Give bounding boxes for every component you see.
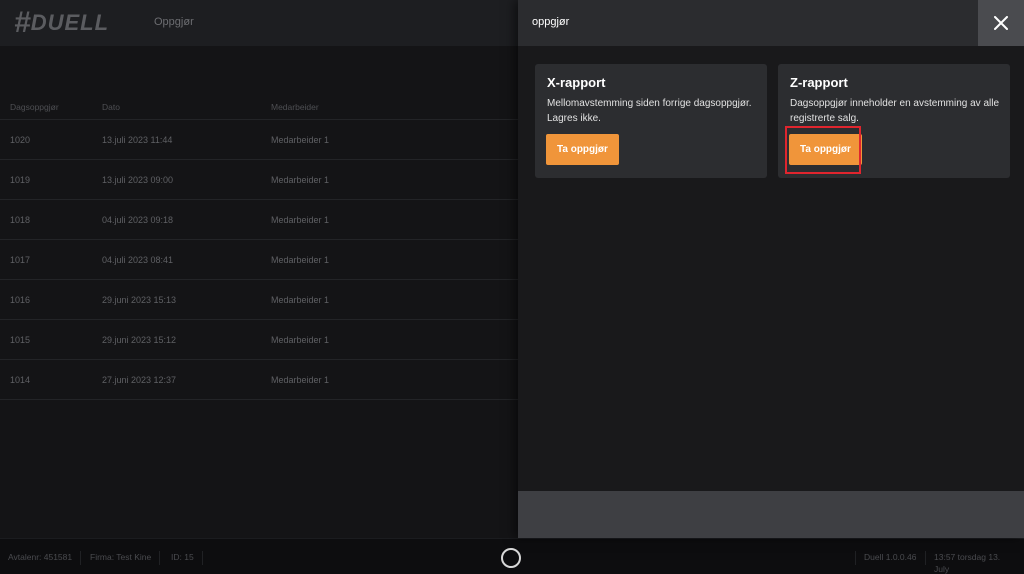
settlements-table: Dagsoppgjør Dato Medarbeider 1020 13.jul… xyxy=(0,94,520,400)
z-report-description: Dagsoppgjør inneholder en avstemming av … xyxy=(790,98,1000,124)
cell-number: 1016 xyxy=(10,294,31,305)
cell-date: 27.juni 2023 12:37 xyxy=(102,374,177,385)
close-button[interactable] xyxy=(978,0,1024,46)
cell-number: 1017 xyxy=(10,254,31,265)
app-version: Duell 1.0.0.46 xyxy=(855,551,924,565)
logo-text: DUELL xyxy=(30,10,110,35)
duell-logo: # DUELL xyxy=(14,6,110,39)
z-report-take-settlement-button[interactable]: Ta oppgjør xyxy=(789,134,862,165)
drawer-title: oppgjør xyxy=(532,16,570,28)
cell-number: 1020 xyxy=(10,134,31,145)
cell-date: 04.juli 2023 08:41 xyxy=(102,254,174,265)
cell-number: 1018 xyxy=(10,214,31,225)
table-header: Dagsoppgjør Dato Medarbeider xyxy=(0,94,520,120)
x-report-title: X-rapport xyxy=(547,75,606,90)
table-row[interactable]: 1018 04.juli 2023 09:18 Medarbeider 1 xyxy=(0,200,520,240)
cell-employee: Medarbeider 1 xyxy=(271,294,330,305)
company-name: Firma: Test Kine xyxy=(90,551,161,565)
cell-date: 29.juni 2023 15:12 xyxy=(102,334,177,345)
cell-number: 1014 xyxy=(10,374,31,385)
agreement-number: Avtalenr: 451581 xyxy=(8,551,82,565)
cell-employee: Medarbeider 1 xyxy=(271,134,330,145)
x-report-description: Mellomavstemming siden forrige dagsoppgj… xyxy=(547,98,752,124)
table-row[interactable]: 1016 29.juni 2023 15:13 Medarbeider 1 xyxy=(0,280,520,320)
z-report-card: Z-rapport Dagsoppgjør inneholder en avst… xyxy=(778,64,1010,178)
home-button[interactable] xyxy=(501,548,521,568)
cell-date: 04.juli 2023 09:18 xyxy=(102,214,174,225)
column-header-dato: Dato xyxy=(102,101,120,112)
device-id: ID: 15 xyxy=(171,551,203,565)
page-title: Oppgjør xyxy=(154,16,194,28)
cell-date: 13.juli 2023 09:00 xyxy=(102,174,174,185)
table-row[interactable]: 1019 13.juli 2023 09:00 Medarbeider 1 xyxy=(0,160,520,200)
cell-employee: Medarbeider 1 xyxy=(271,334,330,345)
cell-employee: Medarbeider 1 xyxy=(271,254,330,265)
logo-hash-icon: # xyxy=(14,6,31,39)
drawer-header: oppgjør xyxy=(518,0,1024,46)
table-row[interactable]: 1020 13.juli 2023 11:44 Medarbeider 1 xyxy=(0,120,520,160)
cell-employee: Medarbeider 1 xyxy=(271,174,330,185)
column-header-dagsoppgjor: Dagsoppgjør xyxy=(10,101,59,112)
clock-datetime: 13:57 torsdag 13. July xyxy=(925,551,1024,574)
x-report-take-settlement-button[interactable]: Ta oppgjør xyxy=(546,134,619,165)
cell-number: 1015 xyxy=(10,334,31,345)
table-row[interactable]: 1017 04.juli 2023 08:41 Medarbeider 1 xyxy=(0,240,520,280)
cell-employee: Medarbeider 1 xyxy=(271,214,330,225)
table-row[interactable]: 1015 29.juni 2023 15:12 Medarbeider 1 xyxy=(0,320,520,360)
drawer-footer xyxy=(518,491,1024,538)
column-header-medarbeider: Medarbeider xyxy=(271,101,319,112)
cell-number: 1019 xyxy=(10,174,31,185)
cell-date: 29.juni 2023 15:13 xyxy=(102,294,177,305)
close-icon xyxy=(994,16,1008,30)
status-bar: Avtalenr: 451581 Firma: Test Kine ID: 15… xyxy=(0,538,1024,574)
table-row[interactable]: 1014 27.juni 2023 12:37 Medarbeider 1 xyxy=(0,360,520,400)
cell-date: 13.juli 2023 11:44 xyxy=(102,134,173,145)
cell-employee: Medarbeider 1 xyxy=(271,374,330,385)
settlement-drawer: oppgjør X-rapport Mellomavstemming siden… xyxy=(518,0,1024,538)
x-report-card: X-rapport Mellomavstemming siden forrige… xyxy=(535,64,767,178)
z-report-title: Z-rapport xyxy=(790,75,848,90)
